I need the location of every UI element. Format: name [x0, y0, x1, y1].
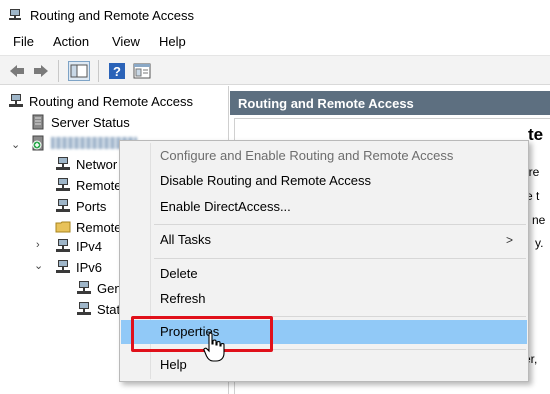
menu-view[interactable]: View: [112, 34, 140, 49]
tree-item-server-status[interactable]: Server Status: [30, 112, 130, 132]
tree-item-static-routes[interactable]: Stat: [76, 299, 120, 319]
menu-item-label: Refresh: [160, 291, 206, 306]
ipv4-icon: [56, 239, 70, 252]
menu-item-label: Help: [160, 357, 187, 372]
ports-icon: [56, 199, 70, 212]
menu-item-all-tasks[interactable]: All Tasks >: [121, 228, 527, 252]
toolbar-separator: [98, 60, 99, 82]
back-icon[interactable]: [8, 62, 26, 80]
menu-item-label: Enable DirectAccess...: [160, 199, 291, 214]
tree-item-label: Ports: [76, 198, 107, 214]
menu-separator: [154, 258, 526, 259]
collapse-chevron-icon[interactable]: ⌄: [34, 259, 43, 272]
server-status-icon: [32, 114, 44, 130]
tree-item-remote-access-logging[interactable]: Remote: [55, 217, 122, 237]
remote-clients-icon: [56, 178, 70, 191]
svg-text:?: ?: [113, 64, 121, 79]
collapse-chevron-icon[interactable]: ⌄: [11, 138, 20, 151]
menu-item-delete[interactable]: Delete: [121, 262, 527, 286]
menu-bar: File Action View Help: [0, 31, 550, 53]
window-title: Routing and Remote Access: [30, 8, 195, 23]
details-pane-header: Routing and Remote Access: [230, 91, 550, 115]
tree-item-label: Remote: [76, 177, 122, 193]
menu-item-configure-enable[interactable]: Configure and Enable Routing and Remote …: [121, 144, 527, 168]
tree-item-remote-clients[interactable]: Remote: [55, 175, 122, 195]
folder-icon: [55, 221, 71, 233]
forward-icon[interactable]: [32, 62, 50, 80]
tree-item-ports[interactable]: Ports: [55, 196, 106, 216]
tree-root[interactable]: Routing and Remote Access: [8, 91, 193, 111]
properties-icon[interactable]: [133, 62, 151, 80]
tree-item-ipv4[interactable]: IPv4: [55, 236, 102, 256]
tree-item-label: Server Status: [51, 114, 130, 130]
server-enabled-icon: [32, 135, 44, 151]
menu-item-help[interactable]: Help: [121, 353, 527, 377]
tree-root-label: Routing and Remote Access: [29, 93, 194, 109]
menu-item-refresh[interactable]: Refresh: [121, 287, 527, 311]
tree-item-label: Gen: [97, 280, 122, 296]
menu-help[interactable]: Help: [159, 34, 186, 49]
menu-separator: [154, 224, 526, 225]
rras-server-icon: [9, 94, 23, 107]
tree-item-label: Stat: [97, 301, 121, 317]
tree-item-label: Remote: [76, 219, 122, 235]
menu-file[interactable]: File: [13, 34, 34, 49]
tree-item-network-interfaces[interactable]: Networ: [55, 154, 117, 174]
menu-item-label: Delete: [160, 266, 198, 281]
static-routes-icon: [77, 302, 91, 315]
toolbar: ?: [0, 55, 550, 85]
toolbar-separator: [58, 60, 59, 82]
tree-item-label: Networ: [76, 156, 118, 172]
help-icon[interactable]: ?: [108, 62, 126, 80]
rras-app-icon: [9, 9, 21, 20]
tree-item-label: IPv6: [76, 259, 103, 275]
details-text-fragment: y.: [535, 236, 544, 250]
network-interfaces-icon: [56, 157, 70, 170]
expand-chevron-icon[interactable]: ›: [36, 239, 40, 251]
details-text-fragment: te: [528, 125, 544, 144]
show-hide-console-tree-icon[interactable]: [68, 61, 90, 81]
menu-item-label: Configure and Enable Routing and Remote …: [160, 148, 454, 163]
menu-item-enable-directaccess[interactable]: Enable DirectAccess...: [121, 195, 527, 219]
menu-action[interactable]: Action: [53, 34, 89, 49]
menu-item-label: Disable Routing and Remote Access: [160, 173, 372, 188]
tree-item-ipv6[interactable]: IPv6: [55, 257, 102, 277]
ipv6-icon: [56, 260, 70, 273]
hand-cursor-icon: [203, 332, 225, 362]
title-bar: Routing and Remote Access: [0, 0, 550, 31]
submenu-arrow-icon: >: [505, 233, 513, 247]
tree-item-label: IPv4: [76, 238, 103, 254]
tree-item-general[interactable]: Gen: [76, 278, 122, 298]
menu-item-disable[interactable]: Disable Routing and Remote Access: [121, 169, 527, 193]
general-icon: [77, 281, 91, 294]
annotation-highlight-box: [131, 316, 273, 352]
menu-item-label: All Tasks: [160, 232, 212, 247]
